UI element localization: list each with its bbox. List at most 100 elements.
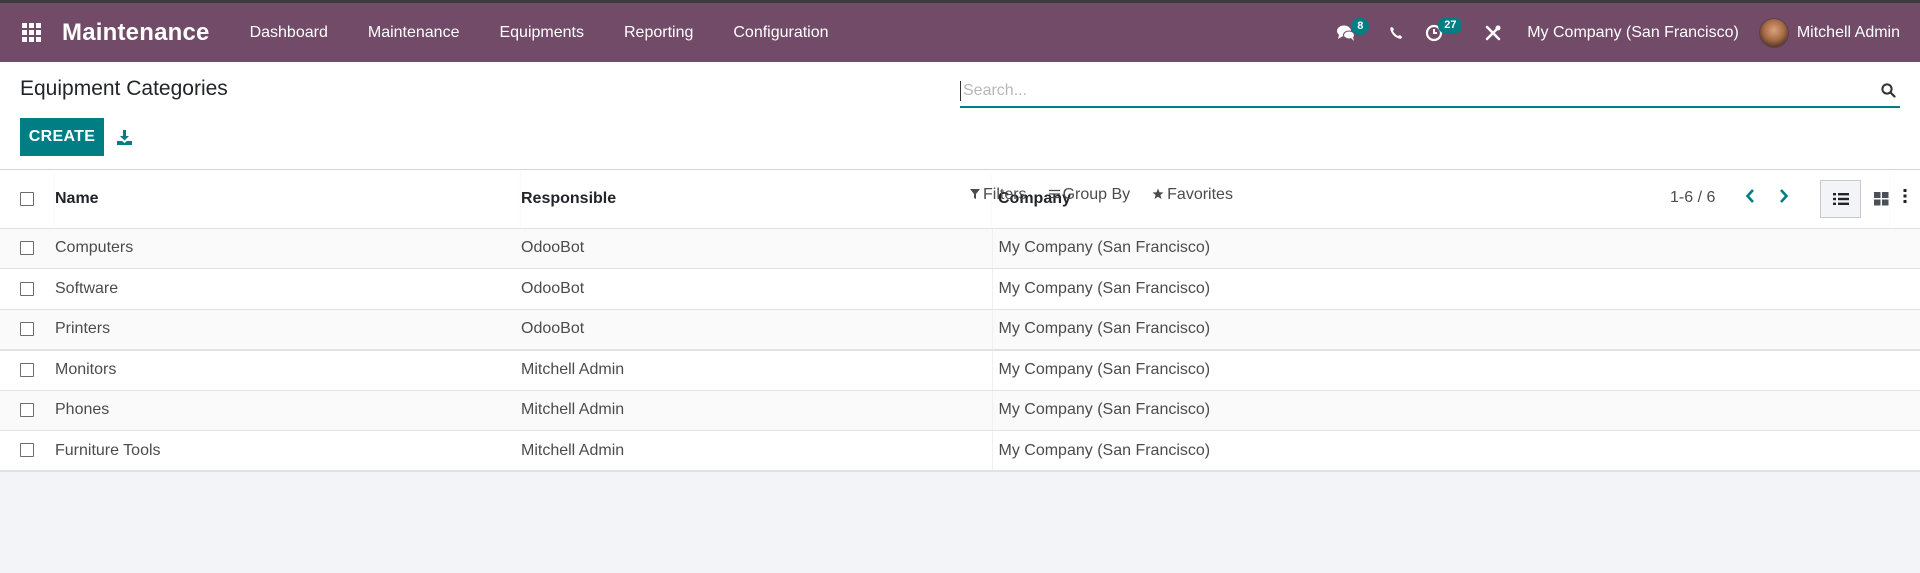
chevron-right-icon xyxy=(1780,189,1789,203)
table-header-row: Name Responsible Company xyxy=(0,170,1920,229)
cell-company[interactable]: My Company (San Francisco) xyxy=(992,228,1890,269)
activities-badge: 27 xyxy=(1438,17,1463,34)
pager-next-button[interactable] xyxy=(1767,186,1801,209)
cell-company[interactable]: My Company (San Francisco) xyxy=(992,309,1890,351)
row-select-cell xyxy=(0,228,55,269)
row-checkbox[interactable] xyxy=(20,281,34,296)
pager: 1-6 / 6 xyxy=(1670,186,1801,209)
cell-responsible[interactable]: Mitchell Admin xyxy=(521,390,993,431)
row-checkbox[interactable] xyxy=(20,241,34,256)
bars-icon xyxy=(1048,188,1060,202)
cell-company[interactable]: My Company (San Francisco) xyxy=(992,430,1890,472)
cell-name[interactable]: Monitors xyxy=(55,349,521,391)
table-row[interactable]: Phones Mitchell Admin My Company (San Fr… xyxy=(0,390,1920,431)
table-row[interactable]: Printers OdooBot My Company (San Francis… xyxy=(0,309,1920,351)
row-select-cell xyxy=(0,309,55,351)
menu-reporting[interactable]: Reporting xyxy=(604,3,713,62)
favorites-button[interactable]: Favorites xyxy=(1152,186,1233,204)
row-select-cell xyxy=(0,390,55,431)
filters-button[interactable]: Filters xyxy=(970,186,1027,204)
search-input[interactable] xyxy=(960,80,1878,101)
cell-empty xyxy=(1890,268,1920,310)
table-row[interactable]: Software OdooBot My Company (San Francis… xyxy=(0,268,1920,310)
cell-empty xyxy=(1890,349,1920,391)
pager-previous-button[interactable] xyxy=(1733,186,1767,209)
list-icon xyxy=(1832,193,1849,205)
row-checkbox[interactable] xyxy=(20,362,34,377)
view-switcher xyxy=(1820,180,1902,218)
systray: 8 27 My Company (San Francisco) Mitchell… xyxy=(1325,3,1920,62)
group-by-label: Group By xyxy=(1062,186,1131,203)
kanban-view-button[interactable] xyxy=(1861,180,1902,218)
list-view-button[interactable] xyxy=(1820,180,1861,218)
cell-responsible[interactable]: OdooBot xyxy=(521,268,993,310)
company-switcher[interactable]: My Company (San Francisco) xyxy=(1513,24,1759,42)
row-select-cell xyxy=(0,430,55,472)
activities-button[interactable]: 27 xyxy=(1414,3,1473,62)
cell-empty xyxy=(1890,390,1920,431)
user-name: Mitchell Admin xyxy=(1796,23,1900,41)
row-select-cell xyxy=(0,349,55,391)
search-icon[interactable] xyxy=(1878,81,1898,101)
cell-empty xyxy=(1890,309,1920,351)
chevron-left-icon xyxy=(1746,189,1755,203)
cell-empty xyxy=(1890,228,1920,269)
phone-button[interactable] xyxy=(1378,3,1414,62)
cell-responsible[interactable]: OdooBot xyxy=(521,309,993,351)
menu-dashboard[interactable]: Dashboard xyxy=(230,3,348,62)
group-by-button[interactable]: Group By xyxy=(1048,186,1131,204)
messages-badge: 8 xyxy=(1351,18,1370,35)
cell-name[interactable]: Phones xyxy=(55,390,521,431)
cell-responsible[interactable]: Mitchell Admin xyxy=(521,430,993,472)
debug-tools-button[interactable] xyxy=(1473,3,1513,62)
menu-equipments[interactable]: Equipments xyxy=(479,3,604,62)
cell-empty xyxy=(1890,430,1920,472)
column-header-name[interactable]: Name xyxy=(55,170,521,229)
row-checkbox[interactable] xyxy=(20,443,34,458)
create-button[interactable]: CREATE xyxy=(20,118,104,156)
control-panel: Equipment Categories CREATE Filters G xyxy=(0,62,1920,218)
filters-label: Filters xyxy=(983,186,1027,203)
row-select-cell xyxy=(0,268,55,310)
phone-icon xyxy=(1390,26,1403,39)
table-row[interactable]: Monitors Mitchell Admin My Company (San … xyxy=(0,349,1920,391)
select-all-cell xyxy=(0,170,55,229)
messages-button[interactable]: 8 xyxy=(1325,3,1378,62)
cell-name[interactable]: Software xyxy=(55,268,521,310)
search-bar xyxy=(960,75,1900,108)
menu-maintenance[interactable]: Maintenance xyxy=(348,3,480,62)
cell-company[interactable]: My Company (San Francisco) xyxy=(992,349,1890,391)
avatar xyxy=(1758,17,1789,48)
menu-configuration[interactable]: Configuration xyxy=(713,3,848,62)
pager-value[interactable]: 1-6 / 6 xyxy=(1670,189,1715,207)
equipment-categories-table: Name Responsible Company Computers OdooB… xyxy=(0,170,1920,472)
cell-responsible[interactable]: Mitchell Admin xyxy=(521,349,993,391)
select-all-checkbox[interactable] xyxy=(20,191,34,206)
cell-company[interactable]: My Company (San Francisco) xyxy=(992,390,1890,431)
table-row[interactable]: Furniture Tools Mitchell Admin My Compan… xyxy=(0,430,1920,472)
apps-grid-icon xyxy=(21,23,41,42)
download-icon xyxy=(116,129,132,145)
cell-company[interactable]: My Company (San Francisco) xyxy=(992,268,1890,310)
star-icon xyxy=(1152,188,1164,203)
cell-name[interactable]: Computers xyxy=(55,228,521,269)
user-menu[interactable]: Mitchell Admin xyxy=(1758,17,1920,48)
filter-icon xyxy=(970,188,980,202)
cell-name[interactable]: Furniture Tools xyxy=(55,430,521,472)
table-row[interactable]: Computers OdooBot My Company (San Franci… xyxy=(0,228,1920,269)
cell-responsible[interactable]: OdooBot xyxy=(521,228,993,269)
favorites-label: Favorites xyxy=(1167,186,1233,203)
export-button[interactable] xyxy=(114,126,134,148)
app-title[interactable]: Maintenance xyxy=(62,19,210,47)
kebab-icon xyxy=(1903,189,1907,204)
row-checkbox[interactable] xyxy=(20,403,34,418)
kanban-icon xyxy=(1874,192,1889,206)
main-navbar: Maintenance Dashboard Maintenance Equipm… xyxy=(0,3,1920,62)
list-view: Name Responsible Company Computers OdooB… xyxy=(0,170,1920,472)
search-options: Filters Group By Favorites xyxy=(970,186,1255,204)
page-title: Equipment Categories xyxy=(20,77,228,100)
row-checkbox[interactable] xyxy=(20,321,34,336)
column-header-responsible[interactable]: Responsible xyxy=(521,170,992,229)
apps-menu-button[interactable] xyxy=(0,3,62,62)
cell-name[interactable]: Printers xyxy=(55,309,521,351)
